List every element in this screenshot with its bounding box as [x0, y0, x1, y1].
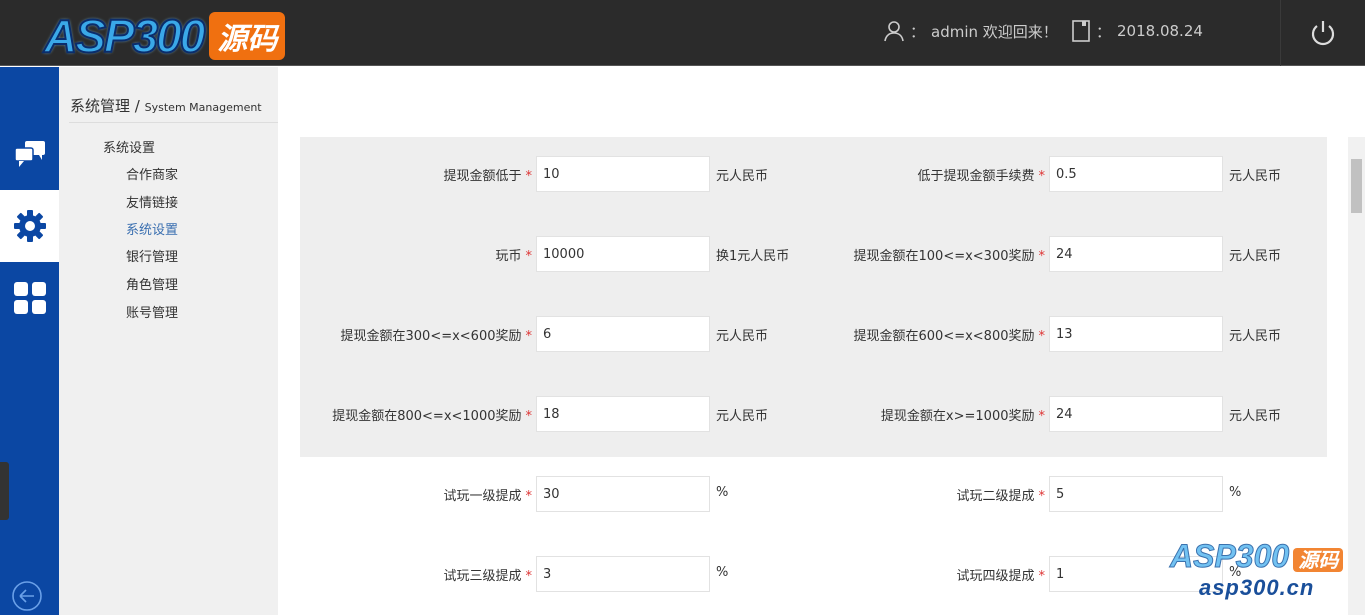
field-unit: 元人民币 [1229, 249, 1282, 264]
field-input[interactable]: 6 [536, 316, 710, 352]
field-unit: 元人民币 [716, 169, 769, 184]
field-input[interactable]: 13 [1049, 316, 1223, 352]
icon-rail [0, 67, 59, 615]
field-label: 试玩四级提成 * [956, 569, 1046, 584]
field-label: 试玩三级提成 * [443, 569, 533, 584]
gear-icon [13, 210, 46, 242]
required-mark: * [1038, 169, 1046, 184]
required-mark: * [1038, 569, 1046, 584]
field-label: 提现金额在300<=x<600奖励 * [340, 329, 533, 344]
field-value: 30 [543, 486, 560, 502]
rail-item-settings[interactable] [0, 190, 59, 262]
field-value: 5 [1056, 486, 1065, 502]
required-mark: * [525, 569, 533, 584]
sidebar-item-links[interactable]: 友情链接 [126, 192, 178, 211]
field-label: 提现金额在600<=x<800奖励 * [853, 329, 1046, 344]
required-mark: * [525, 249, 533, 264]
user-icon [884, 21, 904, 42]
date-display: ： 2018.08.24 [1072, 20, 1203, 42]
field-input[interactable]: 24 [1049, 236, 1223, 272]
field-unit: 元人民币 [1229, 409, 1282, 424]
required-mark: * [525, 169, 533, 184]
field-unit: % [716, 485, 729, 500]
required-mark: * [525, 409, 533, 424]
field-label: 提现金额在100<=x<300奖励 * [853, 249, 1046, 264]
power-icon [1311, 21, 1335, 46]
required-mark: * [1038, 329, 1046, 344]
field-value: 6 [543, 326, 552, 342]
field-label: 试玩二级提成 * [956, 489, 1046, 504]
field-label: 提现金额低于 * [443, 169, 533, 184]
logo[interactable]: ASP300 源码 [43, 9, 286, 63]
logout-button[interactable] [1280, 0, 1365, 66]
field-value: 3 [543, 566, 552, 582]
sidebar: 系统管理 / System Management 系统设置 合作商家 友情链接 … [59, 67, 278, 615]
field-input[interactable]: 5 [1049, 476, 1223, 512]
required-mark: * [1038, 489, 1046, 504]
required-mark: * [1038, 249, 1046, 264]
field-unit: 换1元人民币 [716, 249, 790, 264]
field-label: 提现金额在800<=x<1000奖励 * [332, 409, 533, 424]
watermark-logo: ASP300 源码 asp300.cn [1169, 538, 1344, 601]
breadcrumb: 系统管理 / System Management [70, 97, 262, 115]
field-unit: 元人民币 [1229, 169, 1282, 184]
field-value: 18 [543, 406, 560, 422]
field-input[interactable]: 30 [536, 476, 710, 512]
field-unit: % [1229, 485, 1242, 500]
field-value: 1 [1056, 566, 1065, 582]
user-greeting: ： admin 欢迎回来！ [884, 20, 1058, 42]
sidebar-item-partners[interactable]: 合作商家 [126, 164, 178, 183]
field-unit: % [716, 565, 729, 580]
field-unit: 元人民币 [1229, 329, 1282, 344]
sidebar-item-system-settings[interactable]: 系统设置 [126, 219, 178, 238]
field-input[interactable]: 3 [536, 556, 710, 592]
divider [69, 122, 278, 123]
field-input[interactable]: 0.5 [1049, 156, 1223, 192]
field-input[interactable]: 24 [1049, 396, 1223, 432]
required-mark: * [525, 489, 533, 504]
field-input[interactable]: 10000 [536, 236, 710, 272]
chat-icon [13, 141, 45, 167]
sidebar-item-banks[interactable]: 银行管理 [126, 246, 178, 265]
field-value: 10 [543, 166, 560, 182]
calendar-icon [1072, 20, 1090, 42]
scrollbar[interactable] [1348, 137, 1365, 615]
field-input[interactable]: 10 [536, 156, 710, 192]
required-mark: * [525, 329, 533, 344]
sidebar-item-roles[interactable]: 角色管理 [126, 274, 178, 293]
field-label: 玩币 * [495, 249, 533, 264]
required-mark: * [1038, 409, 1046, 424]
field-value: 24 [1056, 406, 1073, 422]
field-unit: 元人民币 [716, 329, 769, 344]
rail-item-messages[interactable] [0, 118, 59, 190]
field-input[interactable]: 18 [536, 396, 710, 432]
field-label: 低于提现金额手续费 * [917, 169, 1046, 184]
field-value: 0.5 [1056, 166, 1077, 182]
field-label: 试玩一级提成 * [443, 489, 533, 504]
menu-group-title[interactable]: 系统设置 [103, 137, 155, 156]
top-header: ASP300 源码 ： admin 欢迎回来！ ： 2018.08.24 [0, 0, 1365, 66]
side-handle[interactable] [0, 462, 9, 520]
rail-item-apps[interactable] [0, 262, 59, 334]
back-arrow-icon [12, 581, 42, 611]
field-value: 24 [1056, 246, 1073, 262]
field-unit: 元人民币 [716, 409, 769, 424]
grid-icon [13, 282, 46, 314]
field-value: 10000 [543, 246, 585, 262]
scrollbar-thumb[interactable] [1351, 159, 1362, 213]
sidebar-item-accounts[interactable]: 账号管理 [126, 302, 178, 321]
field-label: 提现金额在x>=1000奖励 * [880, 409, 1046, 424]
field-value: 13 [1056, 326, 1073, 342]
collapse-button[interactable] [11, 580, 43, 616]
